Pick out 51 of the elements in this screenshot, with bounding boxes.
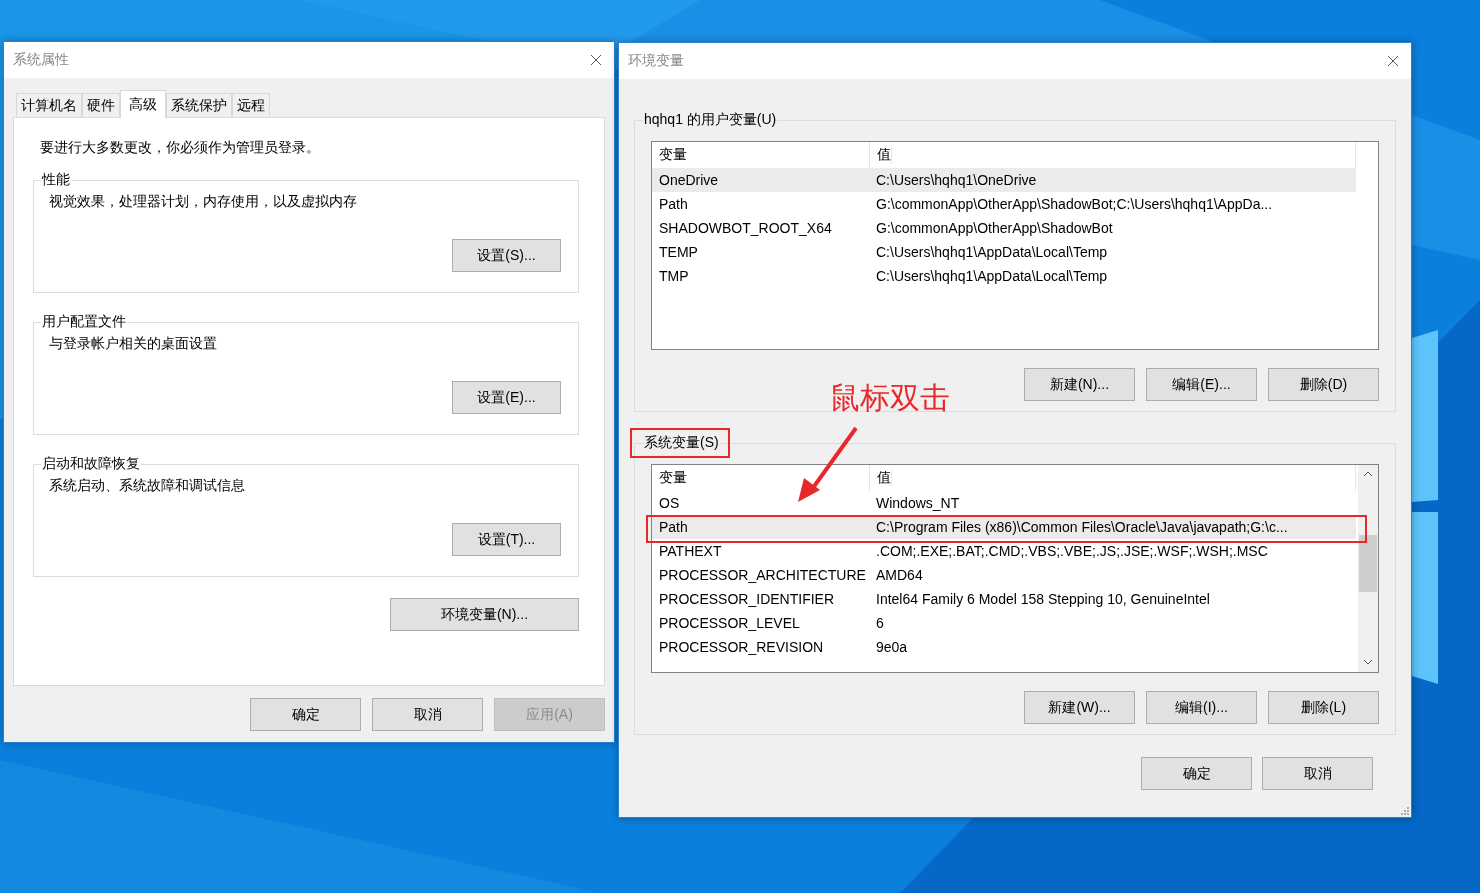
list-button[interactable]: 删除(D) bbox=[1268, 368, 1379, 401]
close-icon[interactable] bbox=[1387, 55, 1399, 67]
tab[interactable]: 高级 bbox=[120, 90, 166, 118]
group-title: 启动和故障恢复 bbox=[41, 455, 141, 473]
settings-button[interactable]: 设置(S)... bbox=[452, 239, 561, 272]
dialog-button[interactable]: 确定 bbox=[1141, 757, 1252, 790]
dialog-button[interactable]: 取消 bbox=[372, 698, 483, 731]
environment-variables-button[interactable]: 环境变量(N)... bbox=[390, 598, 579, 631]
list-button[interactable]: 编辑(E)... bbox=[1146, 368, 1257, 401]
column-header[interactable]: 值 bbox=[870, 469, 892, 487]
variable-row[interactable]: PROCESSOR_IDENTIFIER Intel64 Family 6 Model 158 Stepping 10, GenuineIntel bbox=[652, 587, 1356, 611]
group-title: 用户配置文件 bbox=[41, 313, 127, 331]
variable-row[interactable]: Path G:\commonApp\OtherApp\ShadowBot;C:\Users\hqhq1\AppDa... bbox=[652, 192, 1356, 216]
tab[interactable]: 硬件 bbox=[82, 93, 120, 117]
tab[interactable]: 系统保护 bbox=[166, 93, 232, 117]
scroll-up-icon[interactable] bbox=[1363, 471, 1373, 477]
tab[interactable]: 远程 bbox=[232, 93, 270, 117]
annotation-text: 鼠标双击 bbox=[830, 380, 950, 416]
window-title: 环境变量 bbox=[628, 52, 684, 70]
variable-row[interactable]: PROCESSOR_LEVEL 6 bbox=[652, 611, 1356, 635]
variable-row[interactable]: OneDrive C:\Users\hqhq1\OneDrive bbox=[652, 168, 1356, 192]
scroll-down-icon[interactable] bbox=[1363, 659, 1373, 665]
settings-button[interactable]: 设置(E)... bbox=[452, 381, 561, 414]
column-header[interactable]: 值 bbox=[870, 146, 892, 164]
group-title: hqhq1 的用户变量(U) bbox=[643, 111, 778, 129]
scrollbar[interactable] bbox=[1358, 465, 1378, 672]
group-description: 视觉效果，处理器计划，内存使用，以及虚拟内存 bbox=[49, 193, 358, 211]
list-button[interactable]: 新建(W)... bbox=[1024, 691, 1135, 724]
close-icon[interactable] bbox=[590, 54, 602, 66]
tab[interactable]: 计算机名 bbox=[16, 93, 82, 117]
settings-button[interactable]: 设置(T)... bbox=[452, 523, 561, 556]
variable-row[interactable]: SHADOWBOT_ROOT_X64 G:\commonApp\OtherApp\ShadowBot bbox=[652, 216, 1356, 240]
variable-row[interactable]: TEMP C:\Users\hqhq1\AppData\Local\Temp bbox=[652, 240, 1356, 264]
variable-row[interactable]: Path C:\Program Files (x86)\Common Files\Oracle\Java\javapath;G:\c... bbox=[652, 515, 1356, 539]
variable-row[interactable]: TMP C:\Users\hqhq1\AppData\Local\Temp bbox=[652, 264, 1356, 288]
variable-row[interactable]: OS Windows_NT bbox=[652, 491, 1356, 515]
variable-row[interactable]: PROCESSOR_REVISION 9e0a bbox=[652, 635, 1356, 659]
window-title: 系统属性 bbox=[13, 51, 69, 69]
list-button[interactable]: 删除(L) bbox=[1268, 691, 1379, 724]
group-title: 性能 bbox=[41, 171, 71, 189]
resize-grip-icon[interactable] bbox=[1399, 805, 1409, 815]
list-button[interactable]: 编辑(I)... bbox=[1146, 691, 1257, 724]
dialog-button[interactable]: 取消 bbox=[1262, 757, 1373, 790]
group-description: 与登录帐户相关的桌面设置 bbox=[49, 335, 218, 353]
variable-row[interactable]: PATHEXT .COM;.EXE;.BAT;.CMD;.VBS;.VBE;.JS;.JSE;.WSF;.WSH;.MSC bbox=[652, 539, 1356, 563]
notice-text: 要进行大多数更改，你必须作为管理员登录。 bbox=[40, 139, 321, 157]
list-button[interactable]: 新建(N)... bbox=[1024, 368, 1135, 401]
group-title: 系统变量(S) bbox=[643, 434, 720, 452]
dialog-button[interactable]: 确定 bbox=[250, 698, 361, 731]
variable-row[interactable]: PROCESSOR_ARCHITECTURE AMD64 bbox=[652, 563, 1356, 587]
group-description: 系统启动、系统故障和调试信息 bbox=[49, 477, 246, 495]
